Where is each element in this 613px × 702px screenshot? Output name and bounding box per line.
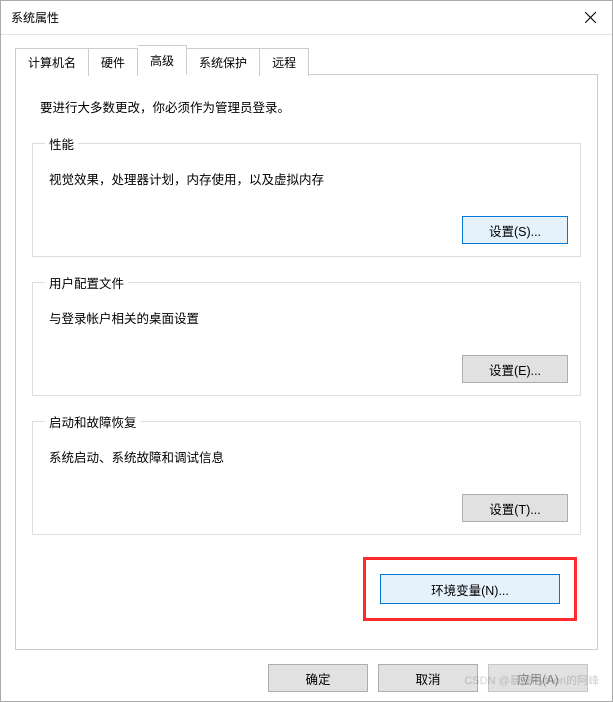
group-performance-legend: 性能 [45,134,78,153]
group-performance-desc: 视觉效果，处理器计划，内存使用，以及虚拟内存 [49,169,568,188]
group-startup-recovery: 启动和故障恢复 系统启动、系统故障和调试信息 设置(T)... [32,412,581,535]
close-button[interactable] [568,1,612,35]
group-startup-recovery-legend: 启动和故障恢复 [45,412,141,431]
settings-startup-recovery-button[interactable]: 设置(T)... [462,494,568,522]
tab-panel-advanced: 要进行大多数更改，你必须作为管理员登录。 性能 视觉效果，处理器计划，内存使用，… [15,75,598,650]
environment-variables-button[interactable]: 环境变量(N)... [380,574,560,604]
tab-hardware[interactable]: 硬件 [89,48,138,76]
settings-performance-button[interactable]: 设置(S)... [462,216,568,244]
tab-computer-name[interactable]: 计算机名 [15,48,89,76]
tab-remote[interactable]: 远程 [260,48,309,76]
apply-button: 应用(A) [488,664,588,692]
intro-text: 要进行大多数更改，你必须作为管理员登录。 [40,97,581,116]
tab-advanced[interactable]: 高级 [138,45,187,75]
close-icon [585,12,596,23]
dialog-footer: 确定 取消 应用(A) [15,650,598,700]
highlight-box: 环境变量(N)... [363,557,577,621]
window-title: 系统属性 [11,9,59,26]
cancel-button[interactable]: 取消 [378,664,478,692]
tab-list: 计算机名 硬件 高级 系统保护 远程 [15,45,598,75]
dialog-content: 计算机名 硬件 高级 系统保护 远程 要进行大多数更改，你必须作为管理员登录。 … [1,35,612,702]
ok-button[interactable]: 确定 [268,664,368,692]
dialog-window: 系统属性 计算机名 硬件 高级 系统保护 远程 要进行大多数更改，你必须作为管理… [0,0,613,702]
titlebar: 系统属性 [1,1,612,35]
tab-system-protection[interactable]: 系统保护 [187,48,260,76]
settings-user-profiles-button[interactable]: 设置(E)... [462,355,568,383]
group-user-profiles-desc: 与登录帐户相关的桌面设置 [49,308,568,327]
group-user-profiles-legend: 用户配置文件 [45,273,128,292]
group-startup-recovery-desc: 系统启动、系统故障和调试信息 [49,447,568,466]
group-performance: 性能 视觉效果，处理器计划，内存使用，以及虚拟内存 设置(S)... [32,134,581,257]
group-user-profiles: 用户配置文件 与登录帐户相关的桌面设置 设置(E)... [32,273,581,396]
env-row: 环境变量(N)... [32,551,581,633]
